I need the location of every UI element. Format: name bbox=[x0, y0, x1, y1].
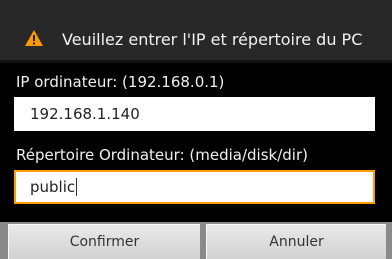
dialog-title: Veuillez entrer l'IP et répertoire du PC bbox=[62, 30, 363, 49]
directory-label: Répertoire Ordinateur: (media/disk/dir) bbox=[16, 146, 308, 164]
confirm-button[interactable]: Confirmer bbox=[8, 224, 200, 259]
ip-input[interactable]: 192.168.1.140 bbox=[14, 97, 375, 131]
ip-label: IP ordinateur: (192.168.0.1) bbox=[16, 73, 225, 91]
ip-input-value: 192.168.1.140 bbox=[30, 105, 140, 123]
cancel-button[interactable]: Annuler bbox=[206, 224, 386, 259]
directory-input-value: public bbox=[30, 178, 76, 196]
dialog-title-bar: Veuillez entrer l'IP et répertoire du PC bbox=[0, 0, 392, 63]
ip-directory-dialog: Veuillez entrer l'IP et répertoire du PC… bbox=[0, 0, 392, 259]
warning-icon bbox=[25, 30, 43, 46]
text-caret bbox=[76, 178, 78, 196]
directory-input[interactable]: public bbox=[14, 170, 375, 204]
